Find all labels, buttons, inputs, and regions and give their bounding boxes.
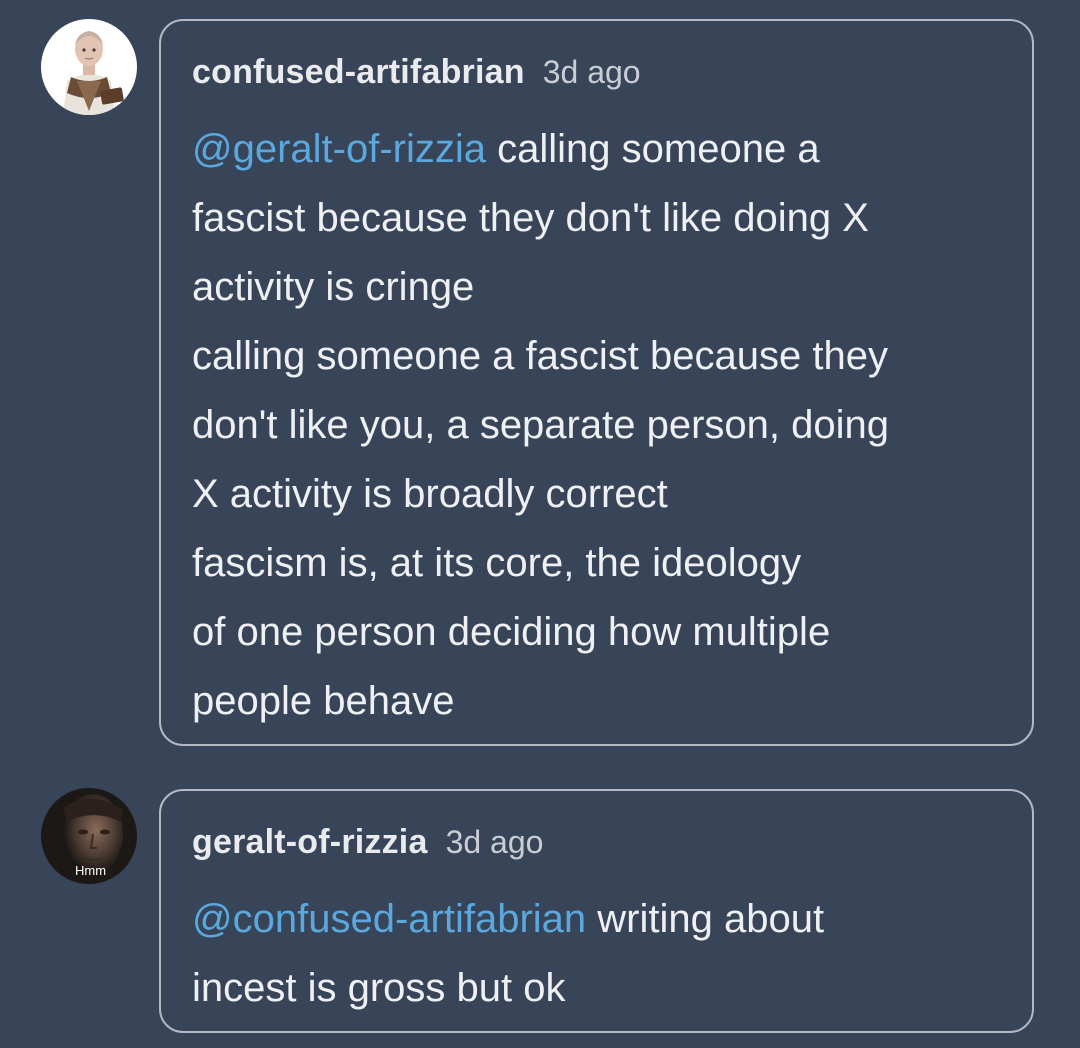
text-line: of one person deciding how multiple: [192, 610, 831, 654]
text-line: don't like you, a separate person, doing: [192, 403, 889, 447]
mention-link[interactable]: @geralt-of-rizzia: [192, 127, 486, 171]
text-line: fascism is, at its core, the ideology: [192, 541, 802, 585]
comment-meta: confused-artifabrian 3d ago: [192, 53, 641, 92]
timestamp: 3d ago: [445, 824, 544, 860]
comment-bubble: confused-artifabrian 3d ago @geralt-of-ri…: [159, 19, 1034, 746]
text-line: activity is cringe: [192, 265, 475, 309]
text-line: fascist because they don't like doing X: [192, 196, 869, 240]
comment-bubble: geralt-of-rizzia 3d ago @confused-artifab…: [159, 789, 1034, 1033]
text-line: calling someone a fascist because they: [192, 334, 888, 378]
text-line: people behave: [192, 679, 455, 723]
username-link[interactable]: geralt-of-rizzia: [192, 823, 428, 861]
timestamp: 3d ago: [542, 54, 641, 90]
mention-link[interactable]: @confused-artifabrian: [192, 897, 586, 941]
text-line: @confused-artifabrian writing about: [192, 897, 825, 941]
text-line: incest is gross but ok: [192, 966, 566, 1010]
comment-meta: geralt-of-rizzia 3d ago: [192, 823, 543, 862]
avatar-caption: Hmm: [75, 863, 107, 878]
comment-text: @geralt-of-rizzia calling someone a fasc…: [192, 115, 1022, 736]
user-avatar[interactable]: Hmm: [41, 788, 137, 884]
username-link[interactable]: confused-artifabrian: [192, 53, 525, 91]
text-line: @geralt-of-rizzia calling someone a: [192, 127, 820, 171]
comment-text: @confused-artifabrian writing about ince…: [192, 885, 1022, 1023]
text-line: X activity is broadly correct: [192, 472, 668, 516]
user-avatar[interactable]: [41, 19, 137, 115]
character-illustration-icon: [41, 19, 137, 115]
